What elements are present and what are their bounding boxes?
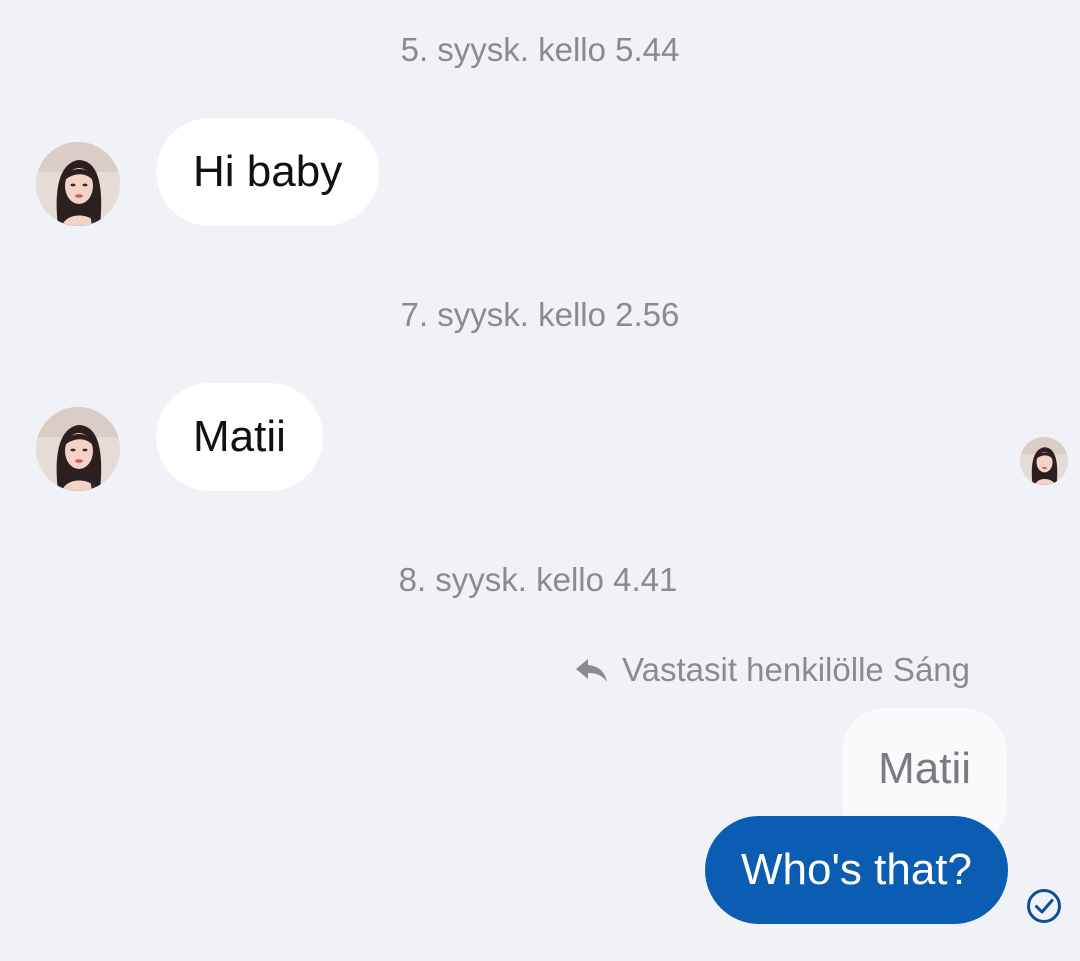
message-text: Matii: [193, 412, 286, 461]
incoming-message[interactable]: Matii: [156, 383, 323, 491]
contact-photo: [36, 142, 120, 226]
reply-arrow-icon: [574, 655, 610, 685]
incoming-message[interactable]: Hi baby: [156, 118, 380, 226]
timestamp: 8. syysk. kello 4.41: [398, 561, 678, 598]
outgoing-message[interactable]: Who's that?: [705, 816, 1008, 924]
contact-photo: [36, 407, 120, 491]
seen-avatar: [1020, 437, 1068, 485]
timestamp: 7. syysk. kello 2.56: [400, 296, 680, 333]
quoted-text: Matii: [878, 744, 971, 793]
contact-avatar[interactable]: [36, 142, 120, 226]
message-text: Hi baby: [193, 147, 343, 196]
timestamp: 5. syysk. kello 5.44: [400, 31, 680, 68]
message-text: Who's that?: [741, 845, 972, 894]
reply-context-label: Vastasit henkilölle Sáng: [574, 648, 970, 692]
reply-context-text: Vastasit henkilölle Sáng: [622, 651, 970, 688]
contact-avatar[interactable]: [36, 407, 120, 491]
contact-photo: [1020, 437, 1068, 485]
check-circle-icon: [1026, 888, 1062, 924]
